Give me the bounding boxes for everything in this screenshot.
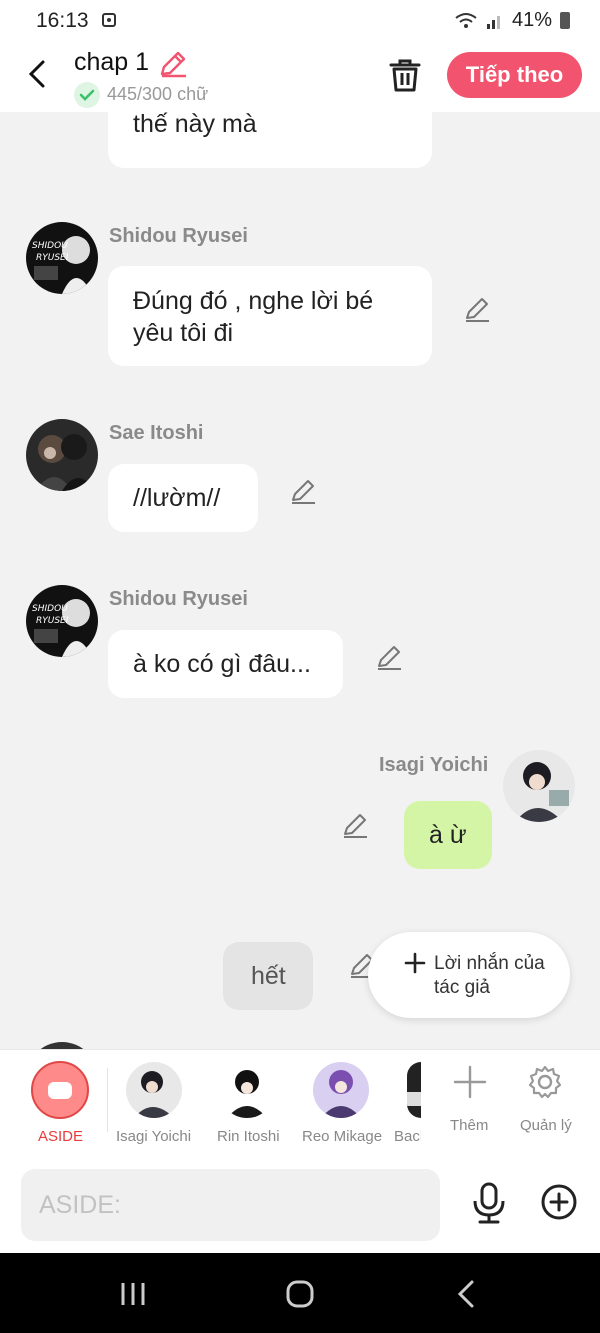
character-name: Sae Itoshi: [109, 422, 204, 444]
message-bubble[interactable]: chúng tôi mà cậu bị như thế này mà: [108, 112, 432, 168]
author-note-button[interactable]: Lời nhắn của tác giả: [368, 932, 570, 1018]
character-name-label: Bach: [394, 1128, 421, 1145]
microphone-icon[interactable]: [469, 1181, 509, 1225]
input-bar: [0, 1157, 600, 1253]
character-name-label: Isagi Yoichi: [116, 1128, 192, 1145]
character-name: Shidou Ryusei: [109, 225, 248, 247]
home-icon[interactable]: [285, 1279, 315, 1309]
avatar-sae-itoshi[interactable]: [26, 419, 98, 491]
battery-icon: [560, 12, 570, 29]
signal-icon: [486, 15, 500, 29]
add-character-icon[interactable]: [452, 1064, 488, 1100]
word-count: 445/300 chữ: [107, 84, 209, 104]
add-character-label[interactable]: Thêm: [450, 1117, 488, 1134]
manage-label[interactable]: Quản lý: [520, 1117, 572, 1134]
message-text: hết: [251, 962, 286, 990]
divider: [107, 1068, 108, 1132]
wifi-icon: [455, 12, 477, 28]
message-text: Đúng đó , nghe lời bé yêu tôi đi: [133, 287, 374, 347]
status-icons: 41%: [454, 9, 570, 32]
check-icon: [74, 82, 100, 108]
message-bubble-aside[interactable]: hết: [223, 942, 313, 1010]
status-bar: 16:13 41%: [0, 0, 600, 44]
message-text: à ko có gì đâu...: [133, 650, 311, 678]
app-notification-icon: [102, 13, 116, 27]
avatar-shidou-ryusei[interactable]: SHIDOU RYUSEI: [26, 222, 98, 294]
edit-title-pencil-icon[interactable]: [158, 50, 188, 78]
message-bubble[interactable]: Đúng đó , nghe lời bé yêu tôi đi: [108, 266, 432, 366]
next-button[interactable]: Tiếp theo: [447, 52, 582, 98]
character-bar: ASIDE Isagi Yoichi Rin Itoshi Reo Mikage…: [0, 1049, 600, 1157]
character-name: Shidou Ryusei: [109, 588, 248, 610]
message-text: chúng tôi mà cậu bị như thế này mà: [133, 112, 257, 138]
message-input[interactable]: [21, 1169, 440, 1241]
edit-message-pencil-icon[interactable]: [462, 294, 492, 324]
svg-text:SHIDOU: SHIDOU: [32, 241, 68, 251]
recent-apps-icon[interactable]: [118, 1279, 148, 1309]
chat-area[interactable]: chúng tôi mà cậu bị như thế này mà SHIDO…: [0, 112, 600, 1049]
message-bubble[interactable]: //lườm//: [108, 464, 258, 532]
message-bubble[interactable]: à ko có gì đâu...: [108, 630, 343, 698]
edit-message-pencil-icon[interactable]: [374, 642, 404, 672]
avatar-shidou-ryusei[interactable]: SHIDOU RYUSEI: [26, 585, 98, 657]
battery-percent: 41%: [511, 9, 552, 31]
avatar-partial: [26, 1042, 98, 1049]
character-name-label: Rin Itoshi: [217, 1128, 280, 1145]
add-circle-icon[interactable]: [540, 1183, 578, 1221]
plus-icon: [404, 952, 426, 974]
character-avatar-isagi[interactable]: [126, 1062, 182, 1118]
aside-selector[interactable]: [31, 1061, 89, 1119]
chat-bubble-icon: [48, 1082, 72, 1099]
system-nav-bar: [0, 1253, 600, 1333]
svg-text:RYUSEI: RYUSEI: [36, 616, 69, 626]
back-arrow-icon[interactable]: [20, 56, 56, 92]
avatar-isagi-yoichi[interactable]: [503, 750, 575, 822]
character-name-label: Reo Mikage: [302, 1128, 383, 1145]
character-avatar-partial[interactable]: [407, 1062, 421, 1118]
character-avatar-reo[interactable]: [313, 1062, 369, 1118]
character-name: Isagi Yoichi: [379, 754, 489, 776]
back-icon[interactable]: [452, 1279, 482, 1309]
edit-message-pencil-icon[interactable]: [340, 810, 370, 840]
author-note-label: Lời nhắn của tác giả: [434, 953, 545, 998]
chapter-title[interactable]: chap 1: [74, 48, 149, 77]
gear-icon[interactable]: [527, 1064, 563, 1100]
svg-text:RYUSEI: RYUSEI: [36, 253, 69, 263]
character-avatar-rin[interactable]: [219, 1062, 275, 1118]
message-bubble[interactable]: à ừ: [404, 801, 492, 869]
trash-icon[interactable]: [386, 56, 424, 94]
status-time: 16:13: [36, 9, 89, 32]
message-text: à ừ: [429, 821, 467, 849]
aside-label: ASIDE: [38, 1128, 84, 1145]
message-text: //lườm//: [133, 484, 221, 512]
svg-text:SHIDOU: SHIDOU: [32, 604, 68, 614]
edit-message-pencil-icon[interactable]: [288, 476, 318, 506]
editor-header: chap 1 445/300 chữ Tiếp theo: [0, 44, 600, 112]
